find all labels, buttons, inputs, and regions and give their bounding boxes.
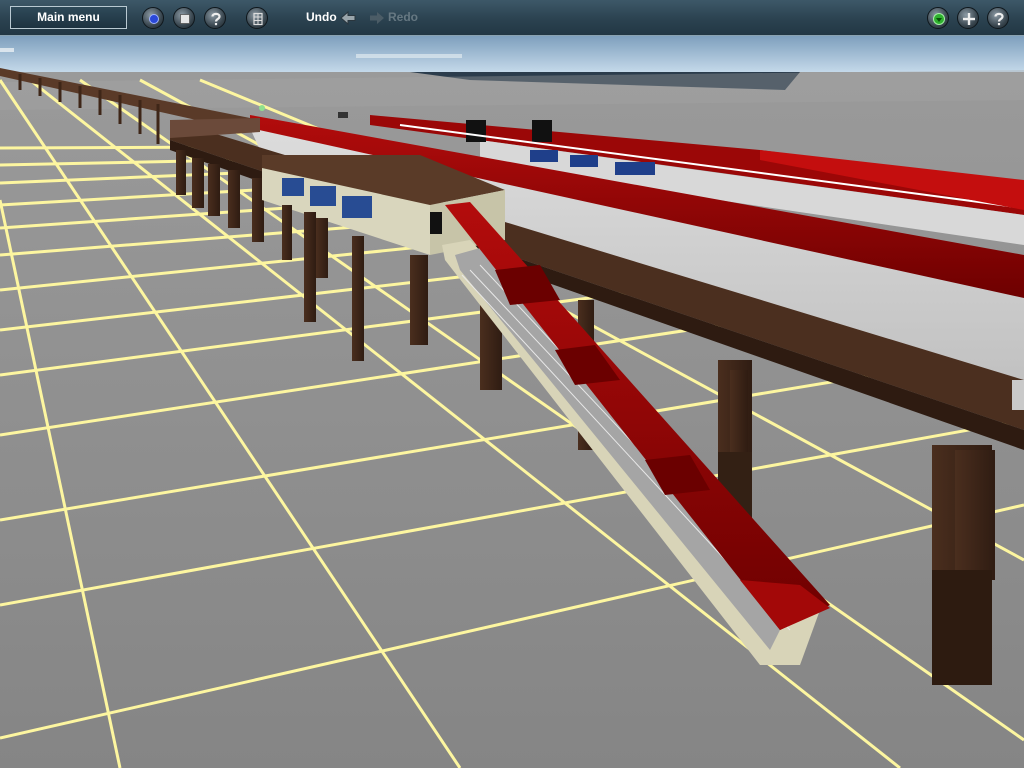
distant-sign — [338, 112, 348, 118]
platform-figure — [1012, 380, 1024, 410]
station-scene — [0, 36, 1024, 768]
hint-text-left — [0, 48, 14, 52]
question-icon[interactable] — [204, 7, 226, 29]
blue-dot-icon[interactable] — [142, 7, 164, 29]
hint-text-center — [356, 54, 462, 58]
square-icon[interactable] — [173, 7, 195, 29]
3d-viewport[interactable] — [0, 36, 1024, 768]
help-icon[interactable] — [987, 7, 1009, 29]
main-menu-button[interactable]: Main menu — [10, 6, 127, 29]
undo-button[interactable]: Undo — [306, 10, 337, 24]
arrow-left-icon[interactable] — [339, 9, 357, 32]
redo-button[interactable]: Redo — [388, 10, 418, 24]
plus-icon[interactable] — [957, 7, 979, 29]
green-dot-icon[interactable] — [927, 7, 949, 29]
sky — [0, 36, 1024, 74]
signal-light — [259, 105, 265, 111]
grid-icon[interactable] — [246, 7, 268, 29]
top-toolbar: Main menu Undo Redo — [0, 0, 1024, 36]
arrow-right-icon[interactable] — [368, 9, 386, 32]
